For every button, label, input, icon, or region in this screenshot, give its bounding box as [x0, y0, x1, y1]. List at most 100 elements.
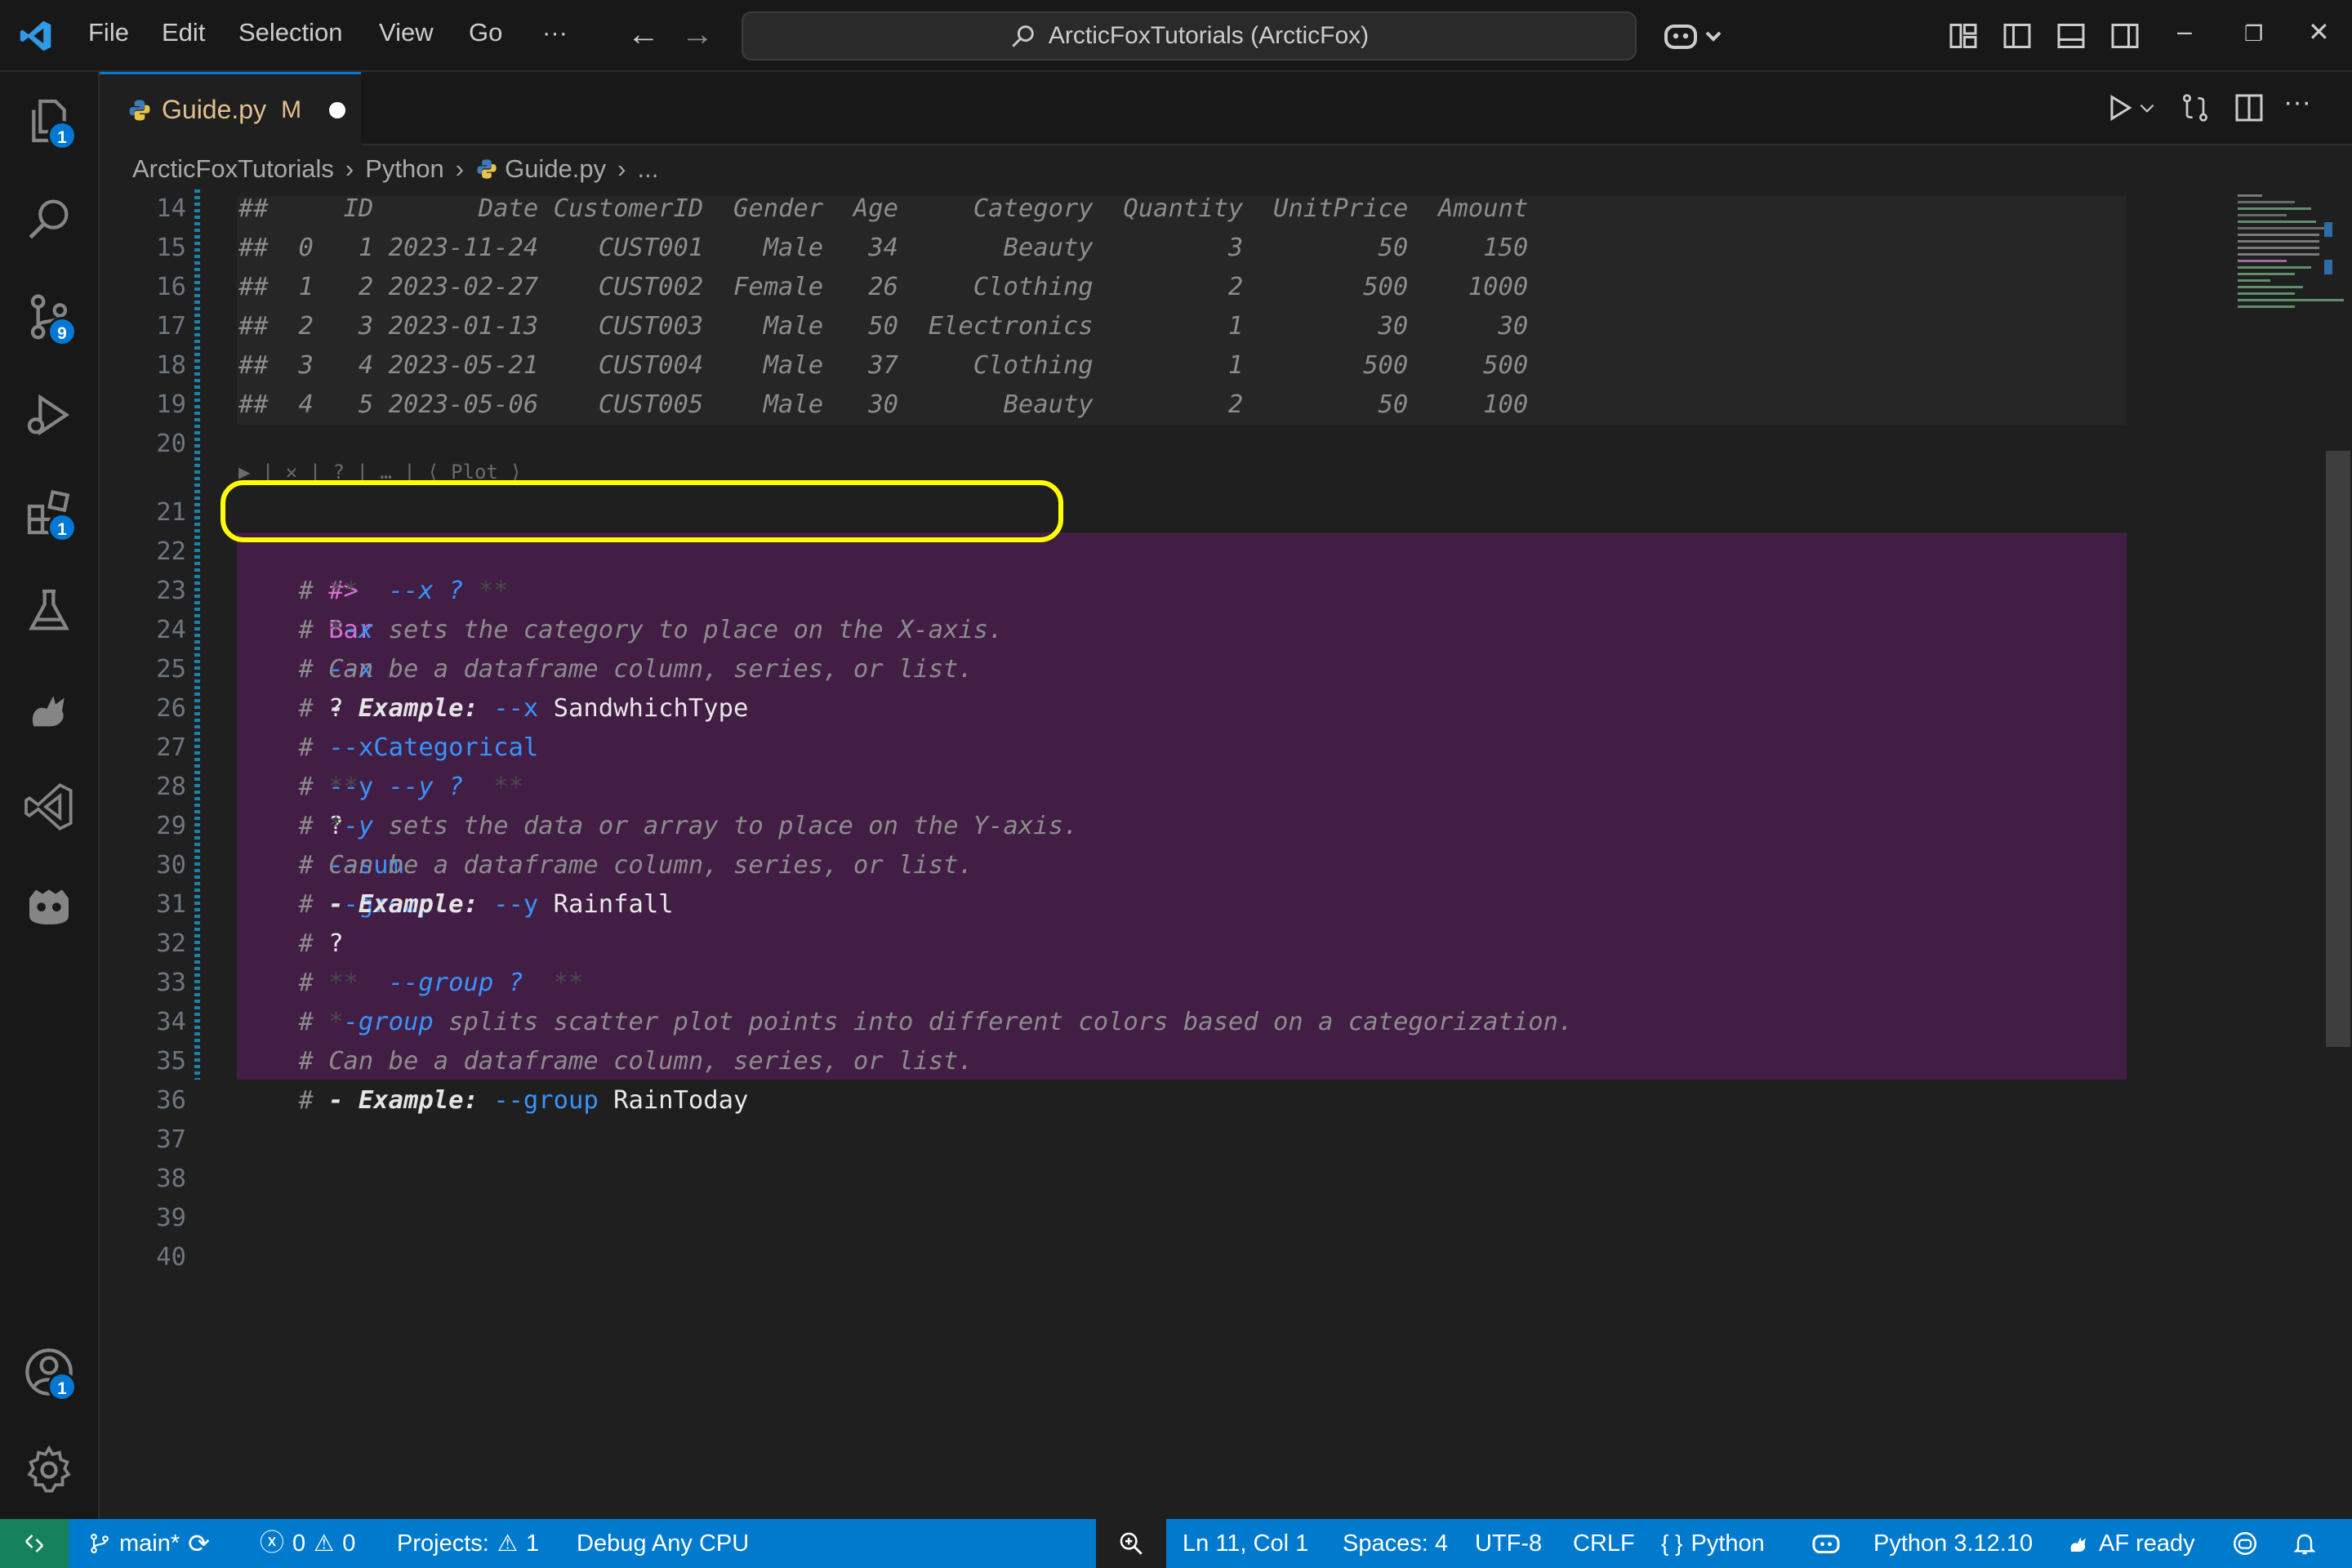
toggle-secondary-sidebar-icon[interactable] — [2110, 21, 2140, 51]
projects-count: 1 — [525, 1530, 540, 1557]
manage-button[interactable] — [23, 1444, 75, 1496]
minimap[interactable] — [2127, 189, 2352, 1519]
code-editor[interactable]: 14 15 16 17 18 19 20 21 22 23 24 25 26 2… — [100, 189, 2352, 1519]
zoom-status-button[interactable] — [1096, 1519, 1166, 1568]
source-control-badge: 9 — [47, 317, 77, 346]
output-row: ## 3 4 2023-05-21 CUST004 Male 37 Clothi… — [238, 351, 1529, 380]
copilot-icon[interactable] — [1663, 20, 1728, 52]
sync-icon[interactable]: ⟳ — [188, 1519, 210, 1568]
af-status-label: AF ready — [2099, 1530, 2195, 1557]
language-mode-status[interactable]: { } Python — [1661, 1519, 1765, 1568]
bell-icon — [2293, 1534, 2316, 1555]
remote-indicator-button[interactable] — [0, 1519, 69, 1568]
arcticfox-status[interactable]: AF ready — [2066, 1519, 2195, 1568]
restore-icon[interactable]: ❐ — [2244, 21, 2263, 47]
toggle-panel-icon[interactable] — [2056, 21, 2086, 51]
error-icon: ⓧ — [260, 1530, 284, 1557]
indentation-label: Spaces: 4 — [1343, 1530, 1448, 1557]
projects-label: Projects: — [397, 1530, 489, 1557]
remote-icon — [25, 1535, 43, 1552]
back-arrow-icon[interactable]: ← — [627, 16, 660, 53]
language-label: Python — [1690, 1530, 1765, 1557]
copilot-status[interactable] — [1810, 1519, 1842, 1568]
visual-studio-icon — [24, 783, 73, 831]
breadcrumb-chevron-icon: › — [345, 154, 354, 183]
split-editor-icon[interactable] — [2233, 91, 2265, 124]
extensions-button[interactable]: 1 — [23, 487, 77, 542]
notifications-status[interactable] — [2292, 1519, 2318, 1568]
zoom-in-icon — [1120, 1532, 1143, 1555]
explorer-button[interactable]: 1 — [23, 95, 77, 150]
branch-name: main* — [119, 1530, 180, 1557]
python-interpreter-status[interactable]: Python 3.12.10 — [1873, 1519, 2033, 1568]
accounts-button[interactable]: 1 — [23, 1346, 77, 1401]
toggle-primary-sidebar-icon[interactable] — [2002, 21, 2032, 51]
doc-example-value: RainToday — [598, 1086, 749, 1115]
eol-status[interactable]: CRLF — [1573, 1519, 1635, 1568]
explorer-badge: 1 — [47, 121, 77, 150]
minimize-icon[interactable]: – — [2177, 16, 2192, 47]
breadcrumb-file[interactable]: Guide.py — [505, 154, 606, 184]
godot-button[interactable] — [23, 879, 75, 931]
projects-status[interactable]: Projects: ⚠ 1 — [397, 1519, 539, 1568]
more-actions-icon[interactable]: ··· — [2283, 87, 2316, 119]
visual-studio-button[interactable] — [23, 781, 75, 833]
breadcrumb-chevron-icon: › — [455, 154, 465, 183]
run-debug-button[interactable] — [23, 389, 75, 441]
indentation-status[interactable]: Spaces: 4 — [1343, 1519, 1448, 1568]
title-bar: File Edit Selection View Go ··· ← → Arct… — [0, 0, 2352, 72]
menu-view[interactable]: View — [379, 18, 434, 47]
testing-button[interactable] — [23, 585, 75, 637]
forward-arrow-icon[interactable]: → — [681, 16, 714, 53]
vertical-scrollbar-thumb[interactable] — [2326, 451, 2350, 1047]
activity-bar: 1 9 1 1 — [0, 72, 100, 1519]
debug-config-status[interactable]: Debug Any CPU — [577, 1519, 749, 1568]
menu-file[interactable]: File — [88, 18, 129, 47]
tab-guide-py[interactable]: Guide.py M — [100, 72, 361, 145]
close-window-icon[interactable]: ✕ — [2308, 16, 2330, 47]
menu-go[interactable]: Go — [469, 18, 502, 47]
breadcrumb: ArcticFoxTutorials › Python › Guide.py ›… — [132, 149, 658, 189]
flask-icon — [29, 589, 69, 630]
run-dropdown-chevron-icon[interactable] — [2136, 91, 2158, 124]
accounts-badge: 1 — [47, 1372, 77, 1401]
arcticfox-button[interactable] — [23, 683, 75, 735]
warning-count: 0 — [342, 1530, 356, 1557]
menu-more[interactable]: ··· — [542, 18, 568, 47]
source-control-button[interactable]: 9 — [23, 291, 77, 346]
search-button[interactable] — [23, 193, 75, 245]
warning-icon: ⚠ — [497, 1530, 518, 1556]
python-file-icon — [129, 100, 150, 120]
output-row: ## 4 5 2023-05-06 CUST005 Male 30 Beauty… — [238, 390, 1529, 419]
problems-status[interactable]: ⓧ 0 ⚠ 0 — [260, 1519, 355, 1568]
gear-icon — [27, 1445, 71, 1493]
line-number: 38 — [156, 1165, 186, 1193]
interpreter-label: Python 3.12.10 — [1873, 1530, 2034, 1557]
encoding-status[interactable]: UTF-8 — [1475, 1519, 1542, 1568]
copilot-chat-icon — [2233, 1531, 2257, 1556]
menu-selection[interactable]: Selection — [238, 18, 343, 47]
status-bar: main* ⟳ ⓧ 0 ⚠ 0 Projects: ⚠ 1 Debug Any … — [0, 1519, 2352, 1568]
scrollbar-marker — [2324, 222, 2332, 237]
command-center-search[interactable]: ArcticFoxTutorials (ArcticFox) — [742, 11, 1637, 60]
breadcrumb-symbol[interactable]: ... — [637, 154, 658, 184]
branch-status[interactable]: main* ⟳ — [88, 1519, 210, 1568]
warning-icon: ⚠ — [314, 1530, 335, 1556]
copilot-chat-status[interactable] — [2231, 1519, 2259, 1568]
run-file-icon[interactable] — [2104, 91, 2136, 124]
cursor-position-status[interactable]: Ln 11, Col 1 — [1183, 1519, 1308, 1568]
editor-tab-bar: Guide.py M ··· — [100, 72, 2352, 145]
unsaved-dot-icon[interactable] — [329, 101, 346, 118]
breadcrumb-folder[interactable]: ArcticFoxTutorials — [132, 154, 334, 184]
line-number: 37 — [156, 1125, 186, 1154]
vscode-logo-icon[interactable] — [18, 18, 54, 54]
cursor-position: Ln 11, Col 1 — [1183, 1530, 1309, 1557]
doc-example-label: - Example: — [313, 1086, 479, 1115]
breadcrumb-subfolder[interactable]: Python — [365, 154, 444, 184]
debug-config-label: Debug Any CPU — [577, 1530, 750, 1557]
search-sidebar-icon — [29, 199, 69, 239]
customize-layout-icon[interactable] — [1949, 21, 1978, 51]
compare-changes-icon[interactable] — [2179, 91, 2212, 124]
menu-edit[interactable]: Edit — [162, 18, 205, 47]
output-header-row: ## ID Date CustomerID Gender Age Categor… — [238, 194, 1529, 223]
